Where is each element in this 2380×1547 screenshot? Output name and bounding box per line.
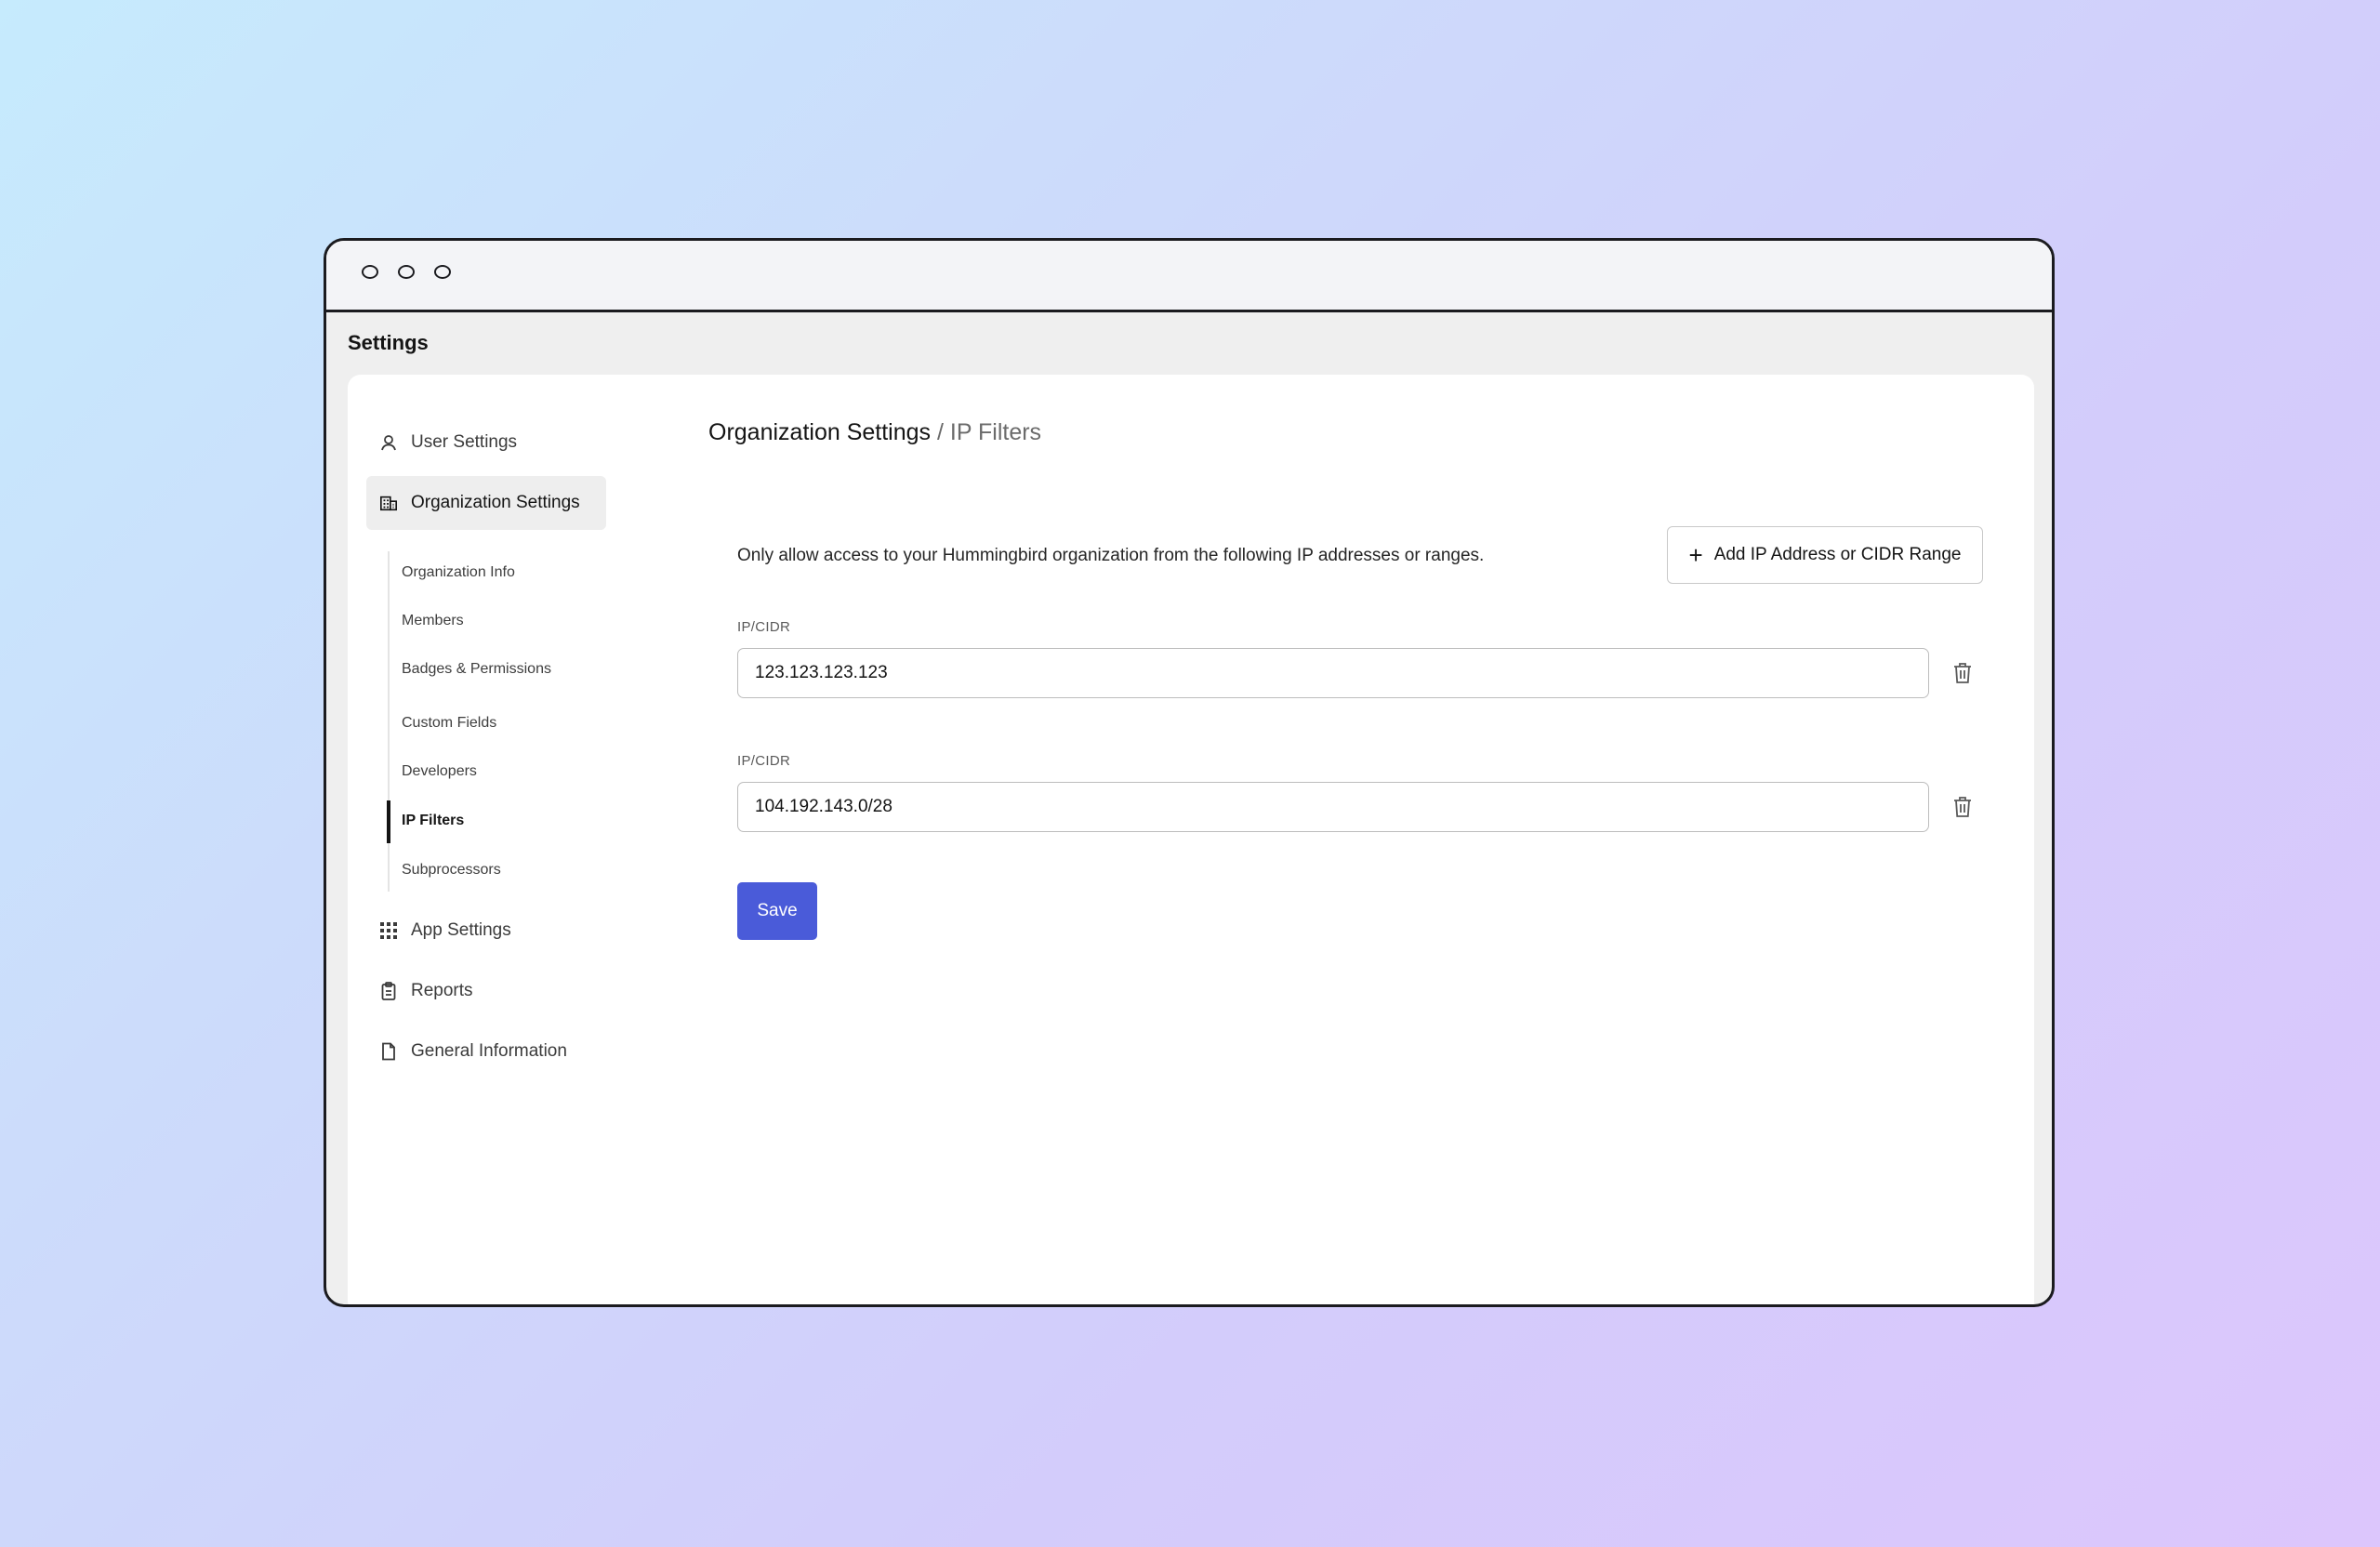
settings-panel: User Settings Organization Settings Orga… [348,375,2034,1304]
trash-icon[interactable] [1950,659,1975,687]
app-window: Settings User Settings Organization Sett… [324,238,2055,1307]
add-ip-range-button[interactable]: + Add IP Address or CIDR Range [1667,526,1983,584]
submenu-item-badges-permissions[interactable]: Badges & Permissions [402,661,551,678]
breadcrumb-separator: / [936,419,944,445]
submenu-item-developers[interactable]: Developers [402,763,477,780]
submenu-active-indicator [387,800,390,843]
window-maximize-dot[interactable] [434,265,451,279]
sidebar-item-label: General Information [411,1041,567,1061]
ip-cidr-label: IP/CIDR [737,753,791,769]
submenu-item-members[interactable]: Members [402,613,464,629]
breadcrumb-current: IP Filters [949,419,1042,445]
user-icon [379,433,398,452]
sidebar-item-label: Reports [411,981,473,1000]
window-minimize-dot[interactable] [398,265,415,279]
sidebar-item-user-settings[interactable]: User Settings [366,416,606,469]
clipboard-icon [379,982,398,1000]
sidebar-item-general-information[interactable]: General Information [366,1025,606,1078]
sidebar-item-label: App Settings [411,920,511,940]
breadcrumb: Organization Settings / IP Filters [708,419,1041,446]
submenu-item-organization-info[interactable]: Organization Info [402,564,515,581]
grid-icon [379,921,398,940]
ip-filter-description: Only allow access to your Hummingbird or… [737,546,1485,565]
ip-cidr-label: IP/CIDR [737,619,791,635]
sidebar-item-reports[interactable]: Reports [366,964,606,1018]
sidebar-item-organization-settings[interactable]: Organization Settings [366,476,606,530]
window-close-dot[interactable] [362,265,378,279]
ip-cidr-input[interactable] [737,648,1929,698]
plus-icon: + [1688,541,1703,569]
breadcrumb-parent[interactable]: Organization Settings [708,419,931,445]
add-ip-range-label: Add IP Address or CIDR Range [1713,545,1962,564]
document-icon [379,1042,398,1061]
app-title: Settings [348,331,429,354]
save-button[interactable]: Save [737,882,817,940]
title-bar [326,241,2052,312]
sidebar-item-label: Organization Settings [411,493,580,512]
trash-icon[interactable] [1950,793,1975,821]
submenu-item-custom-fields[interactable]: Custom Fields [402,715,496,732]
submenu-item-subprocessors[interactable]: Subprocessors [402,862,501,879]
sidebar-item-app-settings[interactable]: App Settings [366,904,606,958]
ip-cidr-input[interactable] [737,782,1929,832]
building-icon [379,494,398,512]
submenu-item-ip-filters[interactable]: IP Filters [402,813,464,829]
sidebar-item-label: User Settings [411,432,518,452]
